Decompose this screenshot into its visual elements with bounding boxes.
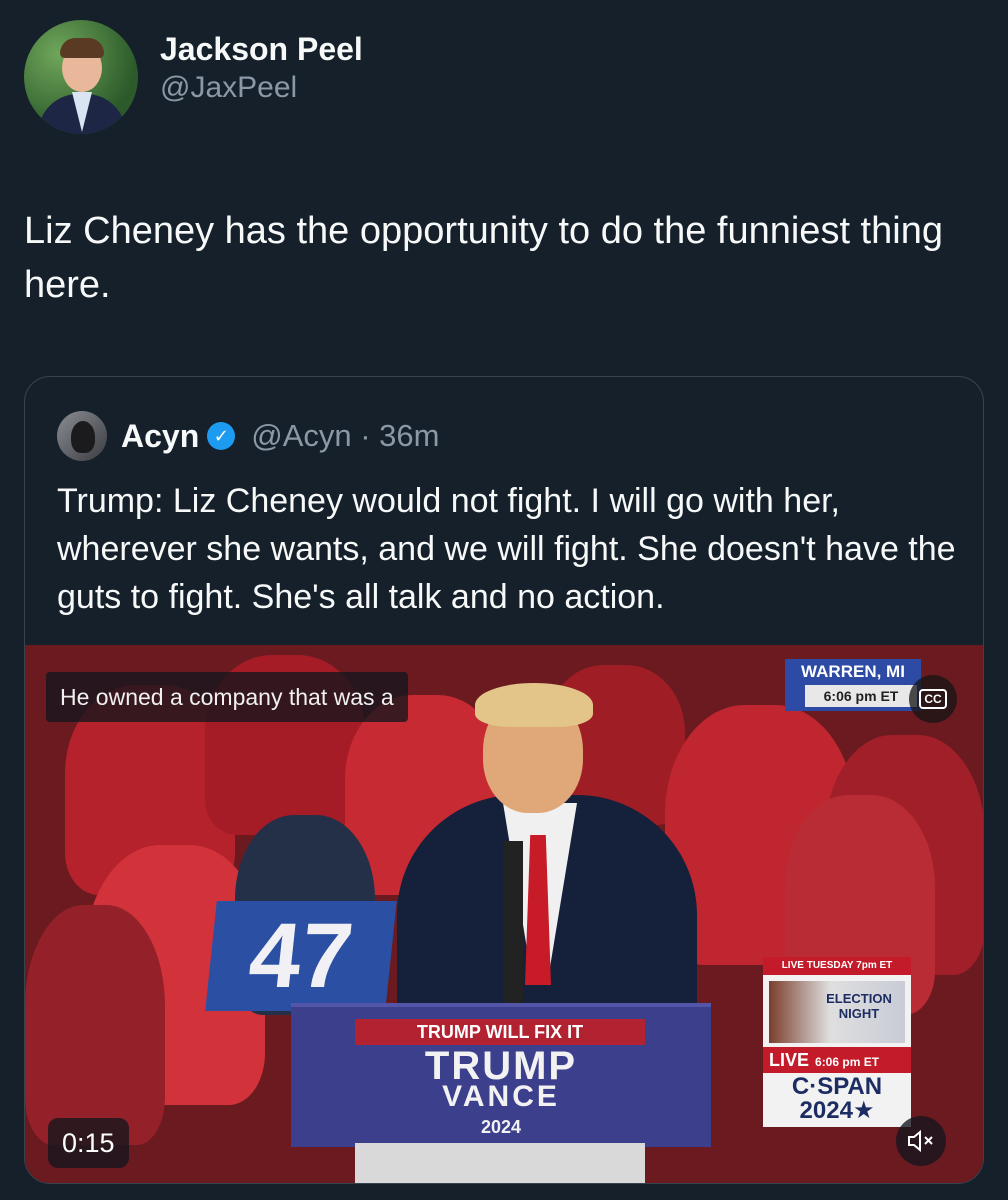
podium: TRUMP WILL FIX IT TRUMP VANCE 2024 [291, 1003, 711, 1147]
author-display-name[interactable]: Jackson Peel [160, 29, 363, 69]
promo-network: C·SPAN 2024★ [791, 1073, 883, 1124]
avatar-hair [60, 38, 104, 58]
cspan-promo: LIVE TUESDAY 7pm ET ELECTION NIGHT LIVE 6… [763, 957, 911, 1127]
promo-schedule: LIVE TUESDAY 7pm ET [763, 957, 911, 975]
quoted-tweet-text: Trump: Liz Cheney would not fight. I wil… [57, 482, 956, 616]
tweet-author: Jackson Peel @JaxPeel [24, 20, 363, 134]
podium-vp: VANCE [442, 1080, 560, 1113]
location-label: WARREN, MI [801, 662, 905, 681]
podium-banner: TRUMP WILL FIX IT [355, 1019, 645, 1045]
video-player[interactable]: 47 TRUMP WILL FIX IT TRUMP VANCE 2024 WA… [25, 645, 983, 1183]
promo-title: ELECTION NIGHT [826, 991, 892, 1021]
mute-button[interactable] [896, 1116, 946, 1166]
video-caption: He owned a company that was a [46, 672, 408, 722]
author-handle[interactable]: @JaxPeel [160, 69, 363, 107]
crowd-sign: 47 [205, 901, 397, 1011]
closed-captions-button[interactable]: CC [909, 675, 957, 723]
author-names: Jackson Peel @JaxPeel [160, 29, 363, 107]
speaker-hair [475, 683, 593, 727]
promo-live-label: LIVE [769, 1050, 810, 1070]
quoted-tweet[interactable]: Acyn ✓ @Acyn · 36m Trump: Liz Cheney wou… [24, 376, 984, 1184]
crowd-figure [25, 905, 165, 1145]
quoted-author-handle-time: @Acyn · 36m [251, 418, 440, 453]
podium-base [355, 1143, 645, 1183]
tweet-text: Liz Cheney has the opportunity to do the… [24, 210, 943, 306]
promo-live-time: 6:06 pm ET [815, 1055, 880, 1069]
cc-icon: CC [919, 689, 947, 709]
verified-badge-icon: ✓ [207, 422, 236, 450]
location-chyron: WARREN, MI 6:06 pm ET [785, 659, 921, 711]
author-avatar[interactable] [24, 20, 138, 134]
quoted-tweet-header: Acyn ✓ @Acyn · 36m [57, 411, 440, 461]
microphone [503, 841, 523, 1011]
promo-live-bar: LIVE 6:06 pm ET [763, 1047, 911, 1073]
video-duration: 0:15 [48, 1118, 129, 1168]
speaker-muted-icon [908, 1129, 933, 1153]
podium-year: 2024 [480, 1117, 522, 1137]
quoted-author-avatar[interactable] [57, 411, 107, 461]
location-time: 6:06 pm ET [805, 685, 917, 707]
quoted-author-name[interactable]: Acyn [121, 418, 199, 455]
